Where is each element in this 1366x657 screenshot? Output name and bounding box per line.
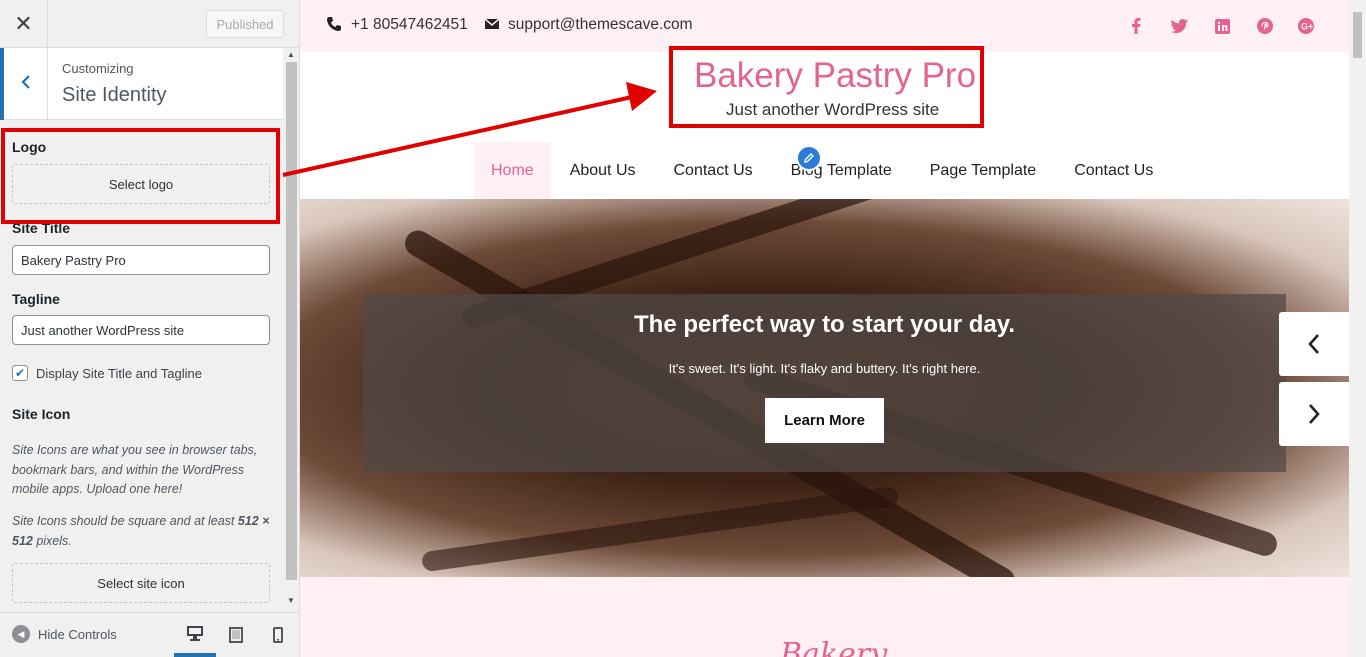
envelope-icon	[484, 18, 500, 29]
customizer-sidebar: ✕ Published Customizing Site Identity Lo…	[0, 0, 300, 657]
chevron-left-icon	[1308, 334, 1319, 354]
twitter-icon[interactable]	[1167, 14, 1191, 38]
annotation-box-site-title	[669, 46, 984, 128]
display-title-tagline-checkbox[interactable]: ✔	[12, 365, 28, 381]
panel-title: Site Identity	[62, 84, 167, 106]
mobile-icon	[273, 627, 283, 643]
preview-scrollbar[interactable]	[1349, 0, 1366, 657]
preview-mobile-button[interactable]	[257, 613, 299, 657]
nav-item-home[interactable]: Home	[474, 142, 551, 199]
content-section: Bakery	[300, 577, 1349, 657]
linkedin-icon[interactable]	[1210, 14, 1234, 38]
customizer-window: ✕ Published Customizing Site Identity Lo…	[0, 0, 1366, 657]
checkmark-icon: ✔	[14, 366, 26, 380]
nav-item-page-template[interactable]: Page Template	[911, 142, 1055, 199]
nav-item-blog-template[interactable]: Blog Template	[772, 142, 911, 199]
back-button[interactable]	[0, 48, 48, 120]
slider-next-button[interactable]	[1279, 382, 1349, 446]
hide-controls-button[interactable]: ◀ Hide Controls	[12, 625, 117, 643]
customizer-footer: ◀ Hide Controls	[0, 612, 299, 657]
phone-icon	[327, 17, 341, 31]
annotation-box-logo	[1, 128, 280, 224]
nav-item-contact-us-2[interactable]: Contact Us	[1055, 142, 1172, 199]
close-customizer-button[interactable]: ✕	[0, 0, 48, 48]
size-note-prefix: Site Icons should be square and at least	[12, 514, 238, 528]
slide-heading: The perfect way to start your day.	[634, 311, 1015, 338]
slide-text: It's sweet. It's light. It's flaky and b…	[668, 361, 981, 376]
email-address[interactable]: support@themescave.com	[508, 16, 693, 34]
close-icon: ✕	[14, 11, 33, 36]
customizer-header: ✕ Published	[0, 0, 299, 48]
collapse-icon: ◀	[12, 625, 30, 643]
display-title-tagline-label: Display Site Title and Tagline	[36, 366, 202, 381]
site-icon-size-note: Site Icons should be square and at least…	[12, 512, 274, 551]
slide-caption: The perfect way to start your day. It's …	[363, 294, 1286, 472]
hide-controls-label: Hide Controls	[38, 626, 117, 642]
section-title: Bakery	[780, 637, 888, 657]
preview-scrollbar-thumb[interactable]	[1353, 12, 1362, 58]
top-contact-bar: +1 80547462451 support@themescave.com G+	[300, 0, 1349, 52]
pencil-icon	[804, 153, 814, 163]
tagline-label: Tagline	[12, 291, 60, 307]
site-title-input[interactable]	[12, 245, 270, 275]
preview-tablet-button[interactable]	[215, 613, 257, 657]
size-note-suffix: pixels.	[32, 533, 72, 548]
panel-header: Customizing Site Identity	[0, 48, 283, 120]
pinterest-icon[interactable]	[1253, 14, 1277, 38]
tablet-icon	[229, 627, 243, 643]
facebook-icon[interactable]	[1124, 14, 1148, 38]
google-plus-icon[interactable]: G+	[1295, 14, 1319, 38]
sidebar-scrollbar[interactable]: ▲ ▼	[284, 48, 299, 610]
customizing-label: Customizing	[62, 61, 134, 76]
edit-menu-shortcut[interactable]	[796, 145, 822, 171]
hero-image-detail	[420, 485, 900, 573]
nav-item-about-us[interactable]: About Us	[551, 142, 655, 199]
svg-text:G+: G+	[1301, 22, 1313, 32]
select-site-icon-button[interactable]: Select site icon	[12, 563, 270, 603]
chevron-right-icon	[1309, 404, 1320, 424]
published-button[interactable]: Published	[206, 10, 284, 38]
scrollbar-thumb[interactable]	[286, 62, 297, 580]
phone-number[interactable]: +1 80547462451	[351, 16, 468, 34]
tagline-input[interactable]	[12, 315, 270, 345]
preview-desktop-button[interactable]	[174, 613, 216, 657]
hero-slider: The perfect way to start your day. It's …	[300, 199, 1349, 577]
nav-item-contact-us[interactable]: Contact Us	[655, 142, 772, 199]
desktop-icon	[187, 626, 203, 641]
scroll-down-icon[interactable]: ▼	[287, 596, 295, 605]
learn-more-button[interactable]: Learn More	[765, 398, 884, 443]
scroll-up-icon[interactable]: ▲	[287, 50, 295, 59]
site-icon-description: Site Icons are what you see in browser t…	[12, 443, 258, 496]
main-navigation: Home About Us Contact Us Blog Template P…	[474, 142, 1172, 199]
slider-prev-button[interactable]	[1279, 312, 1349, 376]
chevron-left-icon	[20, 73, 31, 96]
site-icon-label: Site Icon	[12, 406, 71, 422]
